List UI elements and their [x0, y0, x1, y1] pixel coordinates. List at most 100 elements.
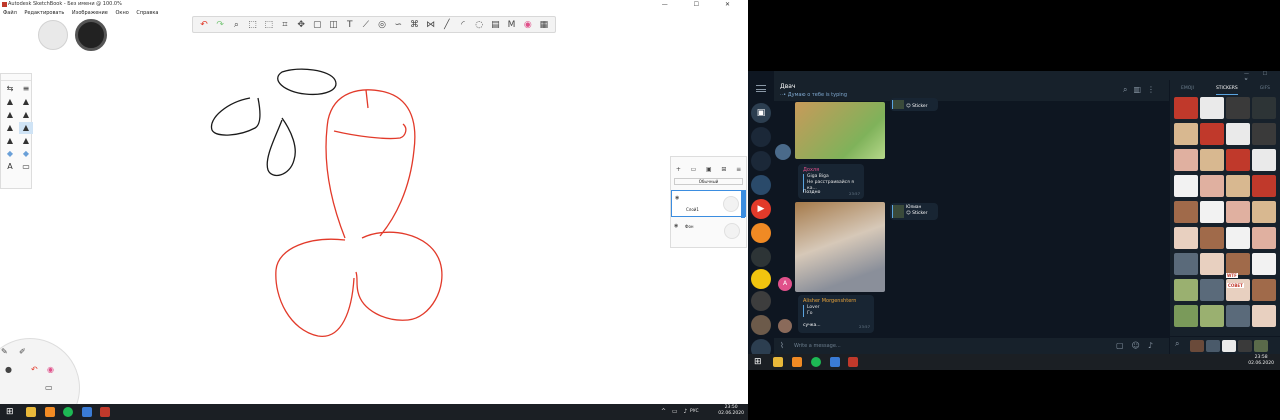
language-indicator[interactable]: РУС — [690, 409, 699, 414]
sticker-item[interactable] — [1200, 175, 1224, 197]
sticker-set-thumb[interactable] — [1222, 340, 1236, 352]
sticker-item[interactable] — [1252, 227, 1276, 249]
sticker-item[interactable] — [1252, 123, 1276, 145]
sticker-item[interactable] — [1252, 201, 1276, 223]
attach-icon[interactable]: ⌇ — [780, 341, 784, 350]
layer-row[interactable]: ◉ Фон — [671, 219, 746, 244]
sender-name[interactable]: Дохля — [803, 167, 819, 173]
sticker-item[interactable] — [1226, 97, 1250, 119]
chat-avatar[interactable] — [751, 175, 771, 195]
add-group-icon[interactable]: ▭ — [691, 166, 697, 173]
tab-gifs[interactable]: GIFS — [1260, 83, 1270, 95]
sticker-item[interactable] — [1174, 175, 1198, 197]
merge-layer-icon[interactable]: ⊞ — [721, 166, 726, 173]
lagoon-color-wheel-icon[interactable]: ◉ — [47, 365, 54, 374]
menu-icon[interactable] — [756, 85, 766, 92]
sender-avatar[interactable] — [778, 319, 792, 333]
start-icon[interactable]: ⊞ — [6, 407, 16, 417]
sticker-item[interactable] — [1200, 279, 1224, 301]
chat-avatar[interactable]: ▶ — [751, 199, 771, 219]
sender-avatar[interactable]: A — [778, 277, 792, 291]
sticker-item[interactable] — [1252, 175, 1276, 197]
chat-avatar[interactable] — [751, 151, 771, 171]
lagoon-pen-icon[interactable]: ✐ — [19, 347, 26, 356]
tray-icons[interactable]: ^ ▭ ♪ — [661, 408, 689, 415]
photo-message-dog[interactable] — [795, 102, 885, 159]
sticker-item[interactable] — [1226, 305, 1250, 327]
sticker-item[interactable] — [1174, 97, 1198, 119]
browser-icon[interactable] — [830, 357, 840, 367]
microphone-icon[interactable]: ♪ — [1148, 341, 1161, 350]
sticker-item[interactable] — [1252, 149, 1276, 171]
sidebar-icon[interactable]: ▥ — [1133, 85, 1147, 94]
app-icon[interactable] — [792, 357, 802, 367]
add-layer-icon[interactable]: + — [676, 166, 681, 173]
drawing-canvas[interactable] — [0, 0, 748, 404]
sticker-item[interactable] — [1226, 149, 1250, 171]
chat-title[interactable]: Двач — [780, 83, 795, 90]
sticker-item[interactable] — [1252, 305, 1276, 327]
search-icon[interactable]: ⌕ — [1123, 85, 1133, 94]
sticker-item[interactable] — [1174, 123, 1198, 145]
lagoon-black-color-icon[interactable]: ● — [5, 365, 12, 374]
message-bubble[interactable]: Дохля Giga Biga Не расстраивайся я ка...… — [798, 164, 864, 199]
sticker-reply[interactable]: 😉 Sticker — [890, 98, 938, 111]
sticker-item[interactable] — [1200, 253, 1224, 275]
sticker-item[interactable] — [1200, 149, 1224, 171]
chat-avatar[interactable] — [751, 315, 771, 335]
photo-message-cat[interactable] — [795, 202, 885, 292]
eye-icon[interactable]: ◉ — [675, 195, 679, 201]
layer-menu-icon[interactable]: ≡ — [736, 166, 741, 173]
message-input[interactable]: Write a message... — [794, 343, 841, 349]
sketchbook-taskbar-icon[interactable] — [100, 407, 110, 417]
chat-avatar[interactable] — [751, 127, 771, 147]
sticker-item[interactable] — [1226, 175, 1250, 197]
sticker-item[interactable] — [1252, 279, 1276, 301]
reply-quote[interactable]: Lover Го — [803, 305, 819, 317]
chat-avatar[interactable] — [751, 291, 771, 311]
sticker-item[interactable] — [1200, 97, 1224, 119]
sender-avatar[interactable] — [775, 144, 791, 160]
explorer-icon[interactable] — [773, 357, 783, 367]
more-icon[interactable]: ⋮ — [1147, 85, 1161, 94]
sticker-item[interactable] — [1174, 201, 1198, 223]
sticker-set-thumb[interactable] — [1238, 340, 1252, 352]
emoji-icon[interactable]: ☺ — [1132, 341, 1148, 350]
chat-avatar[interactable] — [751, 339, 771, 354]
sketchbook-taskbar-icon[interactable] — [848, 357, 858, 367]
chat-avatar[interactable]: ▣ — [751, 103, 771, 123]
sender-name[interactable]: Alisher Morgenshtern — [803, 298, 856, 304]
app-icon[interactable] — [45, 407, 55, 417]
clock[interactable]: 23:50 02.06.2020 — [718, 405, 744, 417]
blend-mode-select[interactable]: Обычный — [674, 178, 743, 185]
sticker-item[interactable] — [1200, 305, 1224, 327]
sticker-set-thumb[interactable] — [1206, 340, 1220, 352]
tab-emoji[interactable]: EMOJI — [1181, 83, 1194, 95]
sticker-search-icon[interactable]: ⌕ — [1175, 339, 1179, 349]
lagoon-brush-icon[interactable]: ✎ — [1, 347, 8, 356]
sticker-item[interactable] — [1174, 279, 1198, 301]
lagoon-layers-icon[interactable]: ▭ — [45, 383, 53, 392]
chat-avatar[interactable] — [751, 247, 771, 267]
commands-icon[interactable]: ▢ — [1116, 341, 1132, 350]
sticker-item[interactable] — [1200, 227, 1224, 249]
sticker-item[interactable] — [1174, 253, 1198, 275]
explorer-icon[interactable] — [26, 407, 36, 417]
sticker-reply[interactable]: Юлиан 😉 Sticker — [890, 203, 938, 220]
lagoon-undo-icon[interactable]: ↶ — [31, 365, 38, 374]
sticker-item[interactable] — [1200, 201, 1224, 223]
sticker-item[interactable] — [1226, 123, 1250, 145]
browser-icon[interactable] — [82, 407, 92, 417]
sticker-item[interactable] — [1252, 97, 1276, 119]
spotify-icon[interactable] — [63, 407, 73, 417]
layer-row[interactable]: ◉ Слой1 — [671, 190, 746, 218]
start-icon[interactable]: ⊞ — [754, 357, 764, 367]
sticker-item[interactable] — [1200, 123, 1224, 145]
sticker-item[interactable] — [1226, 253, 1250, 275]
sticker-item[interactable] — [1174, 305, 1198, 327]
sticker-item[interactable] — [1174, 149, 1198, 171]
sticker-item[interactable] — [1252, 253, 1276, 275]
sticker-item[interactable] — [1226, 227, 1250, 249]
tab-stickers[interactable]: STICKERS — [1215, 83, 1238, 95]
sticker-set-thumb[interactable] — [1190, 340, 1204, 352]
